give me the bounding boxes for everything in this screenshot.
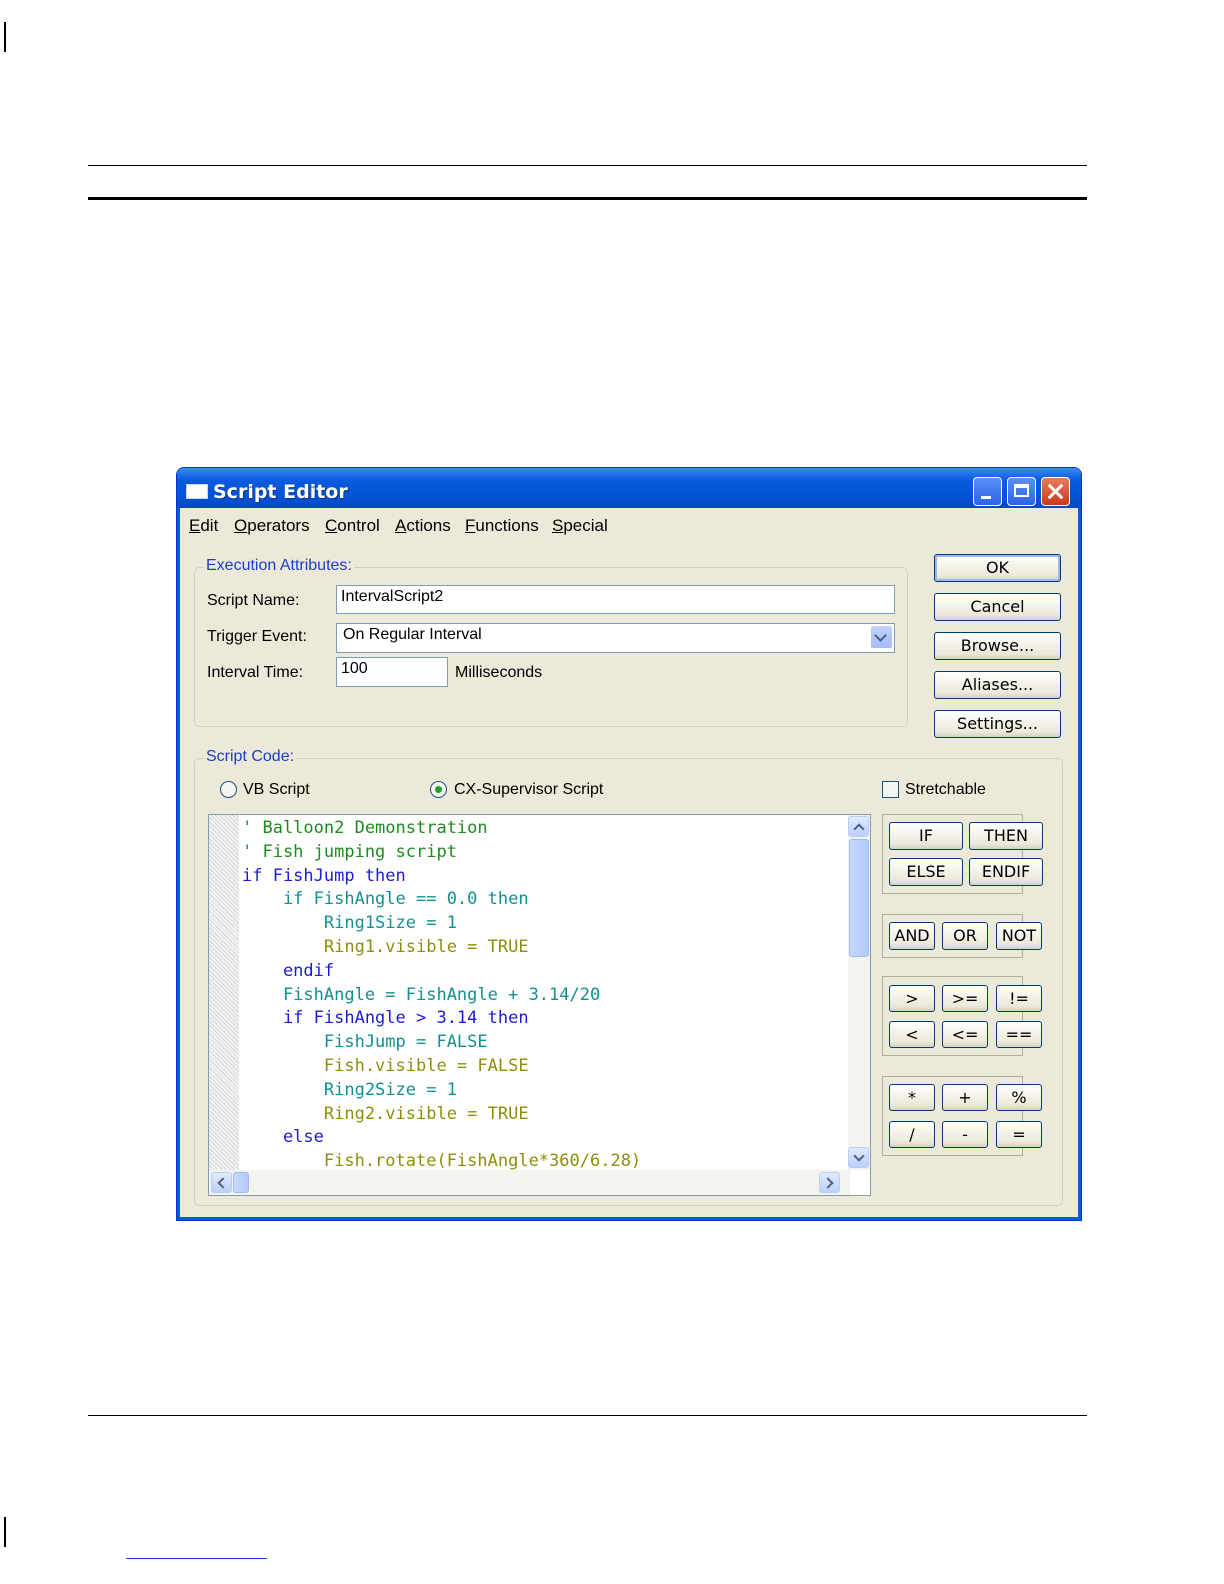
crop-mark-bottom: [4, 1517, 6, 1547]
close-icon[interactable]: [1041, 477, 1070, 506]
script-editor-window: Script Editor Edit Operators Control Act…: [176, 467, 1082, 1221]
code-line: if FishAngle > 3.14 then: [242, 1008, 529, 1029]
header-rule-thick: [88, 197, 1087, 200]
interval-time-field[interactable]: 100: [336, 657, 448, 687]
equals-button[interactable]: ==: [996, 1021, 1042, 1048]
interval-time-label: Interval Time:: [207, 664, 304, 681]
or-button[interactable]: OR: [942, 922, 988, 950]
code-line: if FishAngle == 0.0 then: [242, 889, 529, 910]
code-line: Ring1Size = 1: [242, 913, 457, 934]
title-bar[interactable]: Script Editor: [177, 468, 1081, 508]
menu-bar: Edit Operators Control Actions Functions…: [181, 510, 1077, 536]
stretchable-label[interactable]: Stretchable: [905, 781, 986, 799]
cancel-button[interactable]: Cancel: [934, 593, 1061, 621]
code-editor[interactable]: ' Balloon2 Demonstration ' Fish jumping …: [208, 814, 871, 1196]
assign-button[interactable]: =: [996, 1121, 1042, 1148]
execution-attributes-label: Execution Attributes:: [204, 557, 354, 575]
minus-button[interactable]: -: [942, 1121, 988, 1148]
menu-functions[interactable]: Functions: [465, 516, 539, 536]
footer-link-underline: [126, 1558, 267, 1559]
menu-operators[interactable]: Operators: [234, 516, 310, 536]
code-line: ' Fish jumping script: [242, 841, 457, 862]
code-line: FishJump = FALSE: [242, 1032, 488, 1053]
maximize-icon[interactable]: [1007, 477, 1036, 506]
code-line: FishAngle = FishAngle + 3.14/20: [242, 984, 601, 1005]
horizontal-scrollbar[interactable]: [209, 1170, 850, 1195]
menu-edit[interactable]: Edit: [189, 516, 218, 536]
cx-supervisor-script-radio[interactable]: [430, 781, 447, 798]
code-text[interactable]: ' Balloon2 Demonstration ' Fish jumping …: [242, 817, 641, 1174]
minimize-icon[interactable]: [973, 477, 1002, 506]
else-button[interactable]: ELSE: [889, 858, 963, 886]
script-code-label: Script Code:: [204, 748, 297, 766]
modulo-button[interactable]: %: [996, 1084, 1042, 1111]
vb-script-label[interactable]: VB Script: [243, 781, 310, 799]
scroll-right-icon[interactable]: [819, 1172, 840, 1193]
menu-edit-label: dit: [200, 516, 219, 535]
trigger-event-dropdown[interactable]: On Regular Interval: [336, 623, 895, 653]
endif-button[interactable]: ENDIF: [969, 858, 1043, 886]
menu-special[interactable]: Special: [552, 516, 608, 536]
cx-supervisor-script-label[interactable]: CX-Supervisor Script: [454, 781, 603, 799]
vertical-scroll-thumb[interactable]: [849, 839, 869, 957]
footer-rule: [88, 1415, 1087, 1416]
vb-script-radio[interactable]: [220, 781, 237, 798]
code-line: Ring2Size = 1: [242, 1079, 457, 1100]
scroll-up-icon[interactable]: [848, 816, 869, 837]
menu-actions[interactable]: Actions: [395, 516, 451, 536]
less-equal-button[interactable]: <=: [942, 1021, 988, 1048]
crop-mark-top: [4, 22, 6, 52]
code-line: else: [242, 1127, 324, 1148]
script-name-label: Script Name:: [207, 592, 300, 609]
stretchable-checkbox[interactable]: [882, 781, 899, 798]
code-line: Ring2.visible = TRUE: [242, 1103, 529, 1124]
and-button[interactable]: AND: [889, 922, 935, 950]
scroll-down-icon[interactable]: [848, 1147, 869, 1168]
plus-button[interactable]: +: [942, 1084, 988, 1111]
not-equal-button[interactable]: !=: [996, 985, 1042, 1012]
code-line: ' Balloon2 Demonstration: [242, 818, 488, 838]
greater-equal-button[interactable]: >=: [942, 985, 988, 1012]
trigger-event-label: Trigger Event:: [207, 628, 307, 645]
window-icon: [186, 484, 208, 499]
greater-than-button[interactable]: >: [889, 985, 935, 1012]
scroll-left-icon[interactable]: [211, 1172, 232, 1193]
aliases-button[interactable]: Aliases...: [934, 671, 1061, 699]
header-rule-thin: [88, 165, 1087, 166]
code-line: endif: [242, 960, 335, 981]
trigger-event-value: On Regular Interval: [343, 626, 482, 643]
multiply-button[interactable]: *: [889, 1084, 935, 1111]
window-title: Script Editor: [213, 481, 348, 503]
settings-button[interactable]: Settings...: [934, 710, 1061, 738]
chevron-down-icon[interactable]: [871, 626, 892, 648]
script-name-field[interactable]: IntervalScript2: [336, 585, 895, 614]
divide-button[interactable]: /: [889, 1121, 935, 1148]
if-button[interactable]: IF: [889, 822, 963, 850]
less-than-button[interactable]: <: [889, 1021, 935, 1048]
interval-unit-label: Milliseconds: [455, 664, 543, 681]
horizontal-scroll-thumb[interactable]: [233, 1172, 249, 1193]
ok-button[interactable]: OK: [934, 554, 1061, 582]
code-line: Fish.visible = FALSE: [242, 1055, 529, 1076]
browse-button[interactable]: Browse...: [934, 632, 1061, 660]
editor-gutter: [209, 815, 239, 1170]
menu-control[interactable]: Control: [325, 516, 380, 536]
not-button[interactable]: NOT: [996, 922, 1042, 950]
code-line: if FishJump then: [242, 865, 406, 886]
then-button[interactable]: THEN: [969, 822, 1043, 850]
vertical-scrollbar[interactable]: [848, 815, 870, 1170]
code-line: Ring1.visible = TRUE: [242, 936, 529, 957]
code-line: Fish.rotate(FishAngle*360/6.28): [242, 1151, 642, 1172]
